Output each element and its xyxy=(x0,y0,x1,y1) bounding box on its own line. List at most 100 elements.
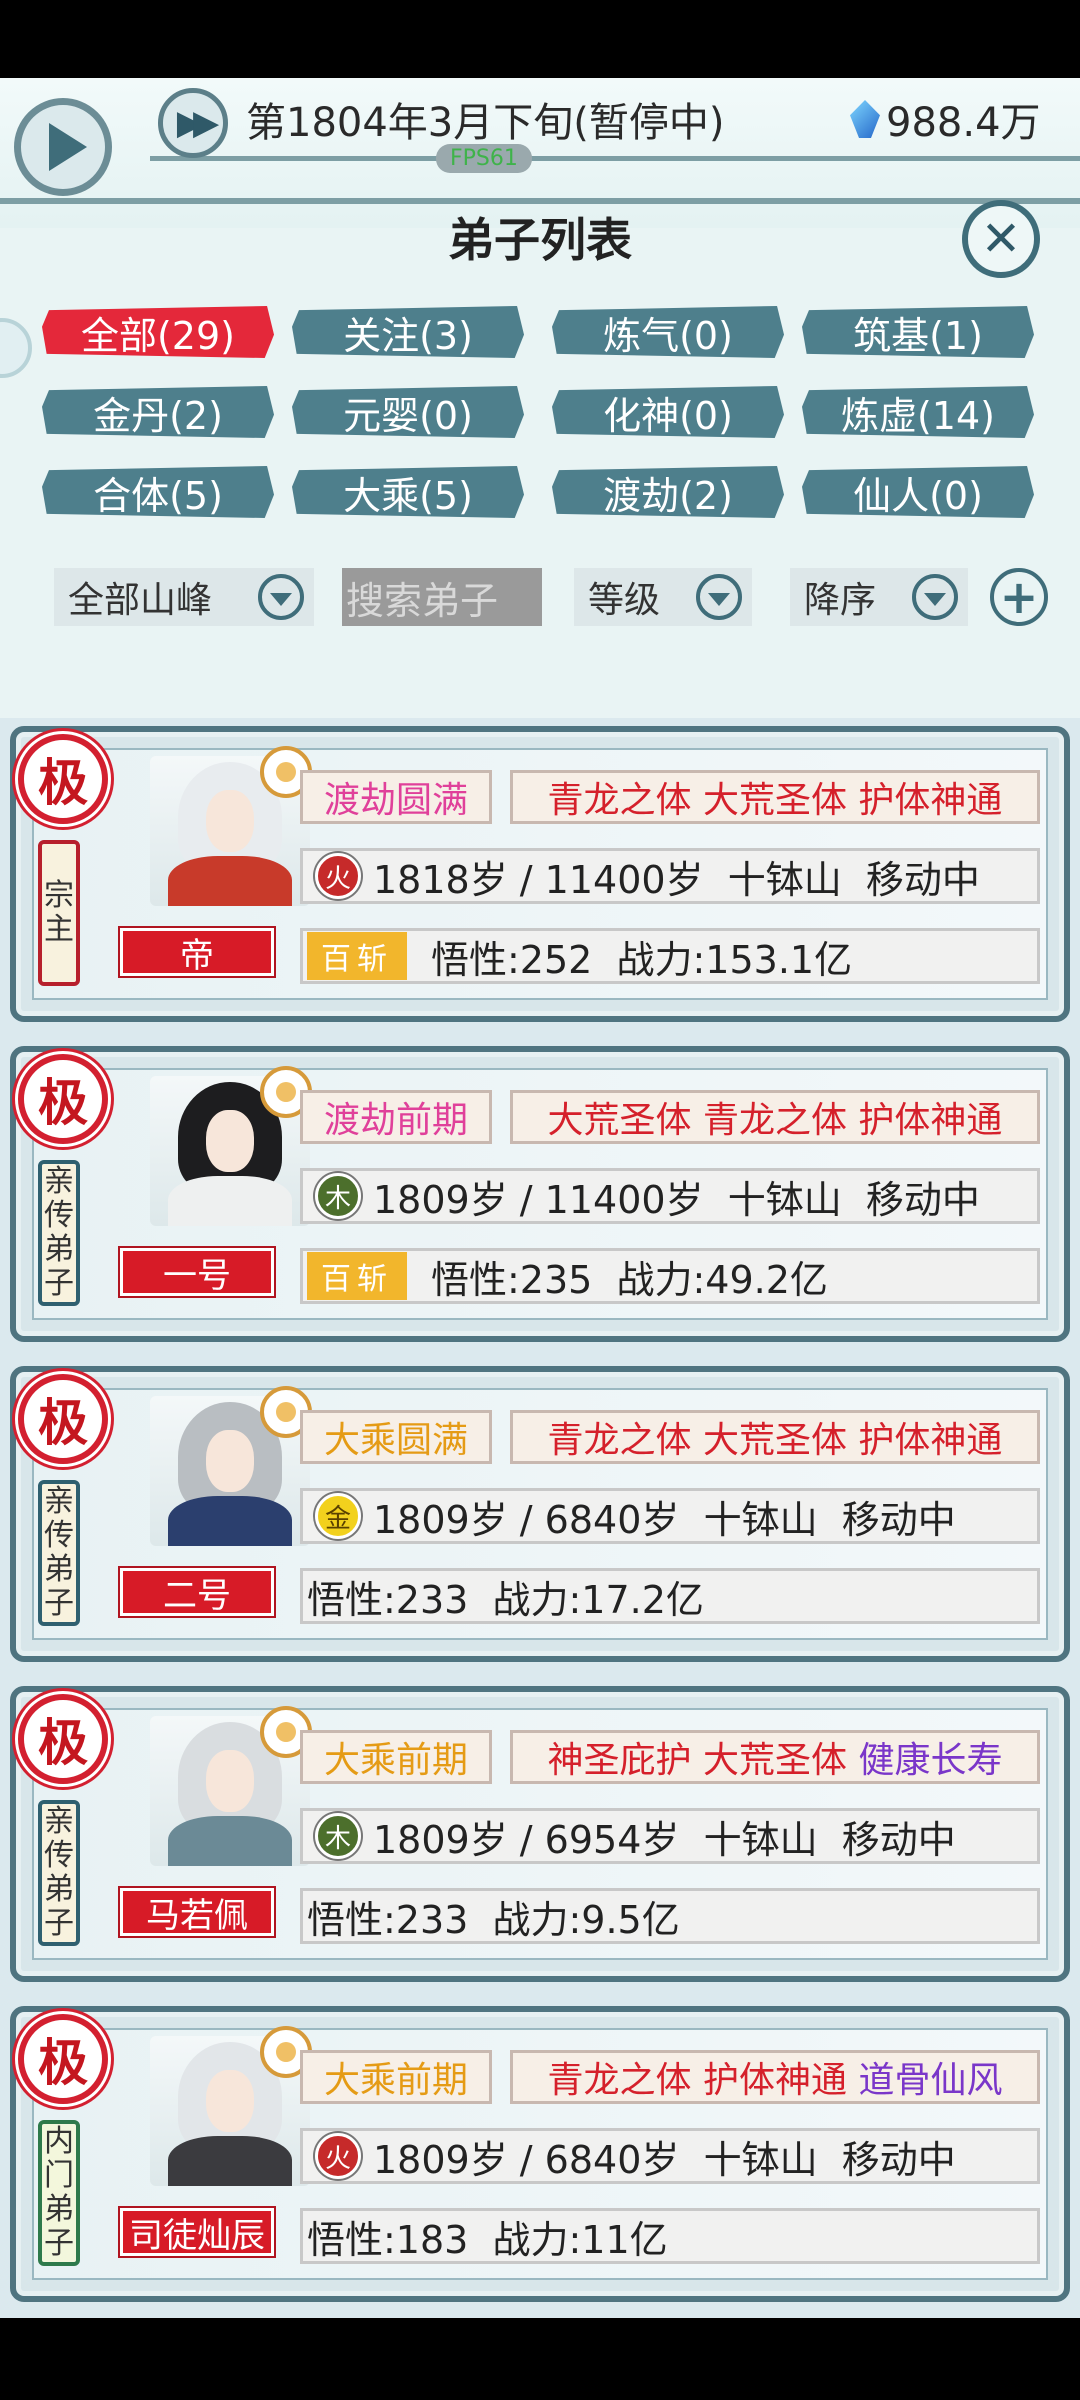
mountain-dropdown[interactable]: 全部山峰 xyxy=(54,568,314,626)
sort-field-dropdown[interactable]: 等级 xyxy=(574,568,752,626)
rank-char: 传 xyxy=(44,1838,74,1873)
fast-forward-icon: ▶▶ xyxy=(176,103,219,143)
rank-char: 传 xyxy=(44,1198,74,1233)
rank-char: 亲 xyxy=(44,1484,74,1519)
age-row: 火 1809岁 / 6840岁 十钵山 移动中 xyxy=(300,2128,1040,2184)
add-button[interactable]: + xyxy=(990,568,1048,626)
chevron-down-icon xyxy=(258,574,304,620)
navigation-bar xyxy=(0,2318,1080,2400)
age-row: 木 1809岁 / 6954岁 十钵山 移动中 xyxy=(300,1808,1040,1864)
stat-row: 悟性:183 战力:11亿 xyxy=(300,2208,1040,2264)
rank-char: 亲 xyxy=(44,1804,74,1839)
currency-amount: 988.4万 xyxy=(886,100,1041,146)
traits-label: 青龙之体 大荒圣体 护体神通 xyxy=(510,770,1040,824)
stat-row: 百斩 悟性:252 战力:153.1亿 xyxy=(300,928,1040,984)
filter-all[interactable]: 全部(29) xyxy=(42,306,274,358)
sort-field-label: 等级 xyxy=(588,580,661,621)
rank-char: 子 xyxy=(44,1906,74,1941)
filter-mahayana[interactable]: 大乘(5) xyxy=(292,466,524,518)
fire-element-icon: 火 xyxy=(315,853,361,899)
status-text: 移动中 xyxy=(841,2137,956,2182)
disciple-name: 马若佩 xyxy=(120,1888,274,1936)
page-title: 弟子列表 xyxy=(448,213,632,267)
play-button[interactable] xyxy=(14,98,112,196)
rank-char: 子 xyxy=(44,2226,74,2261)
grade-seal: 极 xyxy=(18,1374,108,1464)
age-row: 木 1809岁 / 11400岁 十钵山 移动中 xyxy=(300,1168,1040,1224)
plus-icon: + xyxy=(999,570,1039,624)
rare-trait-text: 道骨仙风 xyxy=(858,2060,1003,2101)
location-text: 十钵山 xyxy=(703,1817,818,1862)
age-text: 1809岁 / 6840岁 xyxy=(373,2137,680,2182)
disciple-name: 二号 xyxy=(120,1568,274,1616)
fps-counter: FPS61 xyxy=(436,144,532,173)
rank-char: 弟 xyxy=(44,2192,74,2227)
filter-golden-core[interactable]: 金丹(2) xyxy=(42,386,274,438)
sort-order-dropdown[interactable]: 降序 xyxy=(790,568,968,626)
fire-element-icon: 火 xyxy=(315,2133,361,2179)
stats-text: 悟性:183 战力:11亿 xyxy=(307,2217,668,2262)
age-text: 1818岁 / 11400岁 xyxy=(373,857,704,902)
filter-void-refining[interactable]: 炼虚(14) xyxy=(802,386,1034,438)
realm-label: 大乘前期 xyxy=(300,1730,492,1784)
disciple-card[interactable]: 极 亲 传 弟 子 二号 大乘圆满 青龙之体 大荒圣体 护体神通 金 1809岁… xyxy=(10,1366,1070,1662)
rank-char: 门 xyxy=(44,2158,74,2193)
traits-text: 青龙之体 大荒圣体 护体神通 xyxy=(547,1420,1003,1461)
disciple-card[interactable]: 极 宗 主 帝 渡劫圆满 青龙之体 大荒圣体 护体神通 火 1818岁 / 11… xyxy=(10,726,1070,1022)
fast-forward-button[interactable]: ▶▶ xyxy=(158,88,228,158)
status-text: 移动中 xyxy=(865,1177,980,1222)
age-text: 1809岁 / 11400岁 xyxy=(373,1177,704,1222)
grade-seal: 极 xyxy=(18,734,108,824)
rank-char: 弟 xyxy=(44,1872,74,1907)
rank-char: 宗 xyxy=(44,878,74,913)
filter-body-integration[interactable]: 合体(5) xyxy=(42,466,274,518)
filter-followed[interactable]: 关注(3) xyxy=(292,306,524,358)
traits-text: 青龙之体 护体神通 xyxy=(547,2060,859,2101)
traits-label: 青龙之体 护体神通 道骨仙风 xyxy=(510,2050,1040,2104)
chevron-down-icon xyxy=(912,574,958,620)
location-text: 十钵山 xyxy=(703,1497,818,1542)
filter-spirit-severing[interactable]: 化神(0) xyxy=(552,386,784,438)
rank-char: 子 xyxy=(44,1266,74,1301)
stats-text: 悟性:233 战力:17.2亿 xyxy=(307,1577,704,1622)
location-text: 十钵山 xyxy=(727,1177,842,1222)
filter-qi-refining[interactable]: 炼气(0) xyxy=(552,306,784,358)
filter-nascent-soul[interactable]: 元婴(0) xyxy=(292,386,524,438)
search-input[interactable]: 搜索弟子 xyxy=(342,568,542,626)
disciple-card[interactable]: 极 内 门 弟 子 司徒灿辰 大乘前期 青龙之体 护体神通 道骨仙风 火 180… xyxy=(10,2006,1070,2302)
traits-text: 大荒圣体 青龙之体 护体神通 xyxy=(547,1100,1003,1141)
stats-text: 悟性:233 战力:9.5亿 xyxy=(307,1897,680,1942)
rank-char: 主 xyxy=(44,912,74,947)
stat-row: 百斩 悟性:235 战力:49.2亿 xyxy=(300,1248,1040,1304)
rank-char: 弟 xyxy=(44,1232,74,1267)
rank-scroll: 内 门 弟 子 xyxy=(38,2120,80,2266)
chevron-down-icon xyxy=(696,574,742,620)
location-text: 十钵山 xyxy=(703,2137,818,2182)
rank-char: 内 xyxy=(44,2124,74,2159)
disciple-card[interactable]: 极 亲 传 弟 子 马若佩 大乘前期 神圣庇护 大荒圣体 健康长寿 木 1809… xyxy=(10,1686,1070,1982)
age-text: 1809岁 / 6840岁 xyxy=(373,1497,680,1542)
wood-element-icon: 木 xyxy=(315,1173,361,1219)
rank-scroll: 宗 主 xyxy=(38,840,80,986)
disciple-card[interactable]: 极 亲 传 弟 子 一号 渡劫前期 大荒圣体 青龙之体 护体神通 木 1809岁… xyxy=(10,1046,1070,1342)
traits-text: 青龙之体 大荒圣体 护体神通 xyxy=(547,780,1003,821)
stats-text: 悟性:252 战力:153.1亿 xyxy=(431,937,853,982)
close-button[interactable]: ✕ xyxy=(962,200,1040,278)
traits-text: 神圣庇护 大荒圣体 xyxy=(547,1740,859,1781)
location-text: 十钵山 xyxy=(727,857,842,902)
status-text: 移动中 xyxy=(865,857,980,902)
status-text: 移动中 xyxy=(841,1817,956,1862)
realm-label: 渡劫前期 xyxy=(300,1090,492,1144)
traits-label: 神圣庇护 大荒圣体 健康长寿 xyxy=(510,1730,1040,1784)
achievement-badge: 百斩 xyxy=(307,932,407,980)
side-tab-handle[interactable] xyxy=(0,318,32,378)
grade-seal: 极 xyxy=(18,2014,108,2104)
filter-foundation[interactable]: 筑基(1) xyxy=(802,306,1034,358)
filter-tribulation[interactable]: 渡劫(2) xyxy=(552,466,784,518)
disciple-name: 一号 xyxy=(120,1248,274,1296)
filter-immortal[interactable]: 仙人(0) xyxy=(802,466,1034,518)
age-row: 火 1818岁 / 11400岁 十钵山 移动中 xyxy=(300,848,1040,904)
traits-label: 青龙之体 大荒圣体 护体神通 xyxy=(510,1410,1040,1464)
rare-trait-text: 健康长寿 xyxy=(858,1740,1003,1781)
rank-char: 子 xyxy=(44,1586,74,1621)
